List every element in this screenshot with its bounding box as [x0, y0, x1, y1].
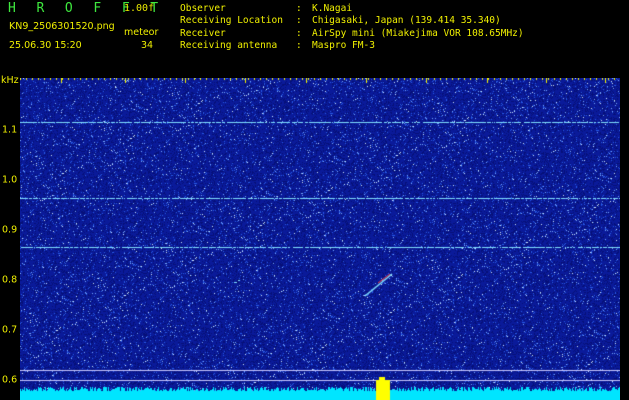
version-label: 1.00f	[124, 3, 155, 14]
y-tick-label: 1.0	[2, 174, 18, 186]
info-row-observer: Observer: K.Nagai	[180, 3, 524, 15]
filename-label: KN9_2506301520.png	[9, 21, 115, 32]
info-key: Observer	[180, 3, 226, 14]
info-value: Chigasaki, Japan (139.414 35.340)	[312, 15, 501, 27]
datetime-label: 25.06.30 15:20	[9, 40, 82, 51]
info-key: Receiving Location	[180, 15, 283, 27]
y-tick-label: 0.9	[2, 224, 18, 236]
info-key: Receiving antenna	[180, 39, 278, 51]
station-info: Observer: K.Nagai Receiving Location: Chig…	[180, 3, 524, 52]
meteor-count: 34	[141, 40, 154, 51]
spectrogram-plot: kHz 1521 1522 1523 1524 1525 1526 1527 1…	[0, 75, 629, 400]
y-tick-label: 0.8	[2, 274, 18, 286]
info-row-receiver: Receiver: AirSpy mini (Miakejima VOR 108.…	[180, 28, 524, 40]
mode-label: meteor	[124, 27, 159, 38]
waterfall-display	[20, 78, 620, 400]
info-separator: :	[296, 39, 302, 51]
info-key: Receiver	[180, 27, 226, 39]
info-value: K.Nagai	[312, 3, 353, 14]
info-row-antenna: Receiving antenna: Maspro FM-3	[180, 40, 524, 52]
header-bar: H R O F F T 1.00f KN9_2506301520.png met…	[0, 0, 629, 75]
info-value: AirSpy mini (Miakejima VOR 108.65MHz)	[312, 27, 524, 39]
info-separator: :	[296, 15, 302, 27]
info-separator: :	[296, 3, 302, 14]
y-axis-unit: kHz	[1, 75, 19, 86]
y-tick-label: 0.7	[2, 324, 18, 336]
info-row-location: Receiving Location: Chigasaki, Japan (139…	[180, 15, 524, 27]
info-value: Maspro FM-3	[312, 39, 375, 51]
y-tick-label: 1.1	[2, 124, 18, 136]
waterfall-canvas	[20, 78, 620, 400]
y-tick-label: 0.6	[2, 374, 18, 386]
info-separator: :	[296, 27, 302, 39]
